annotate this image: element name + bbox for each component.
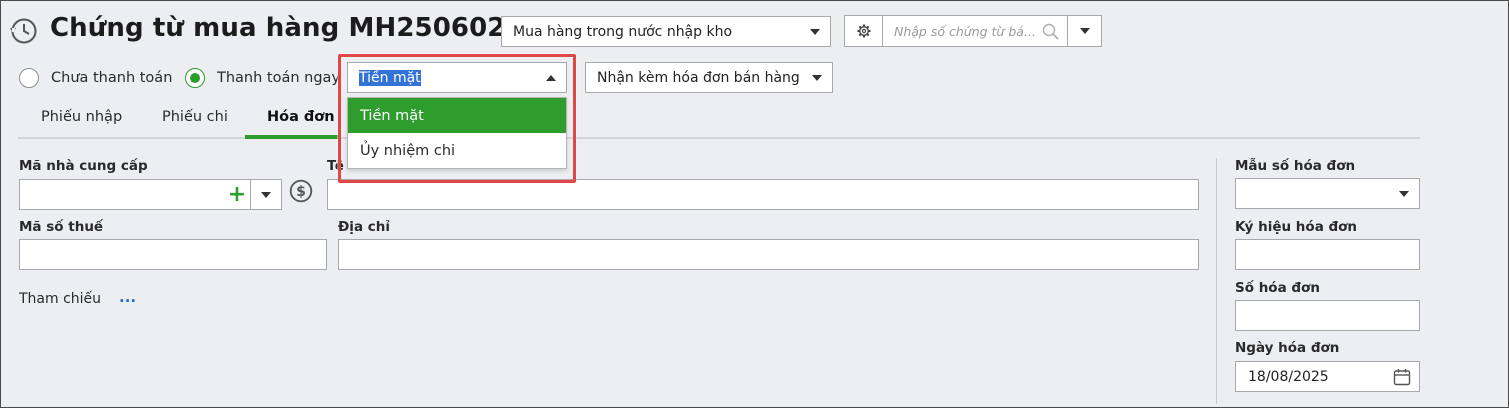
supplier-code-label: Mã nhà cung cấp (19, 158, 148, 174)
reference-label: Tham chiếu (19, 291, 102, 307)
invoice-form-select[interactable] (1235, 178, 1420, 209)
chevron-down-icon (812, 74, 822, 81)
supplier-dropdown-button[interactable] (250, 180, 281, 209)
highlight-frame (338, 54, 576, 183)
radio-circle-selected[interactable] (185, 68, 205, 88)
invoice-date-value: 18/08/2025 (1248, 368, 1329, 385)
tab-payment-voucher[interactable]: Phiếu chi (162, 109, 228, 125)
chevron-down-icon (1079, 28, 1090, 34)
plus-icon[interactable]: + (224, 180, 250, 209)
address-label: Địa chỉ (338, 219, 390, 235)
radio-unpaid[interactable]: Chưa thanh toán (19, 68, 172, 88)
chevron-down-icon (1399, 190, 1409, 197)
dollar-icon[interactable]: $ (289, 179, 313, 203)
search-group: Nhập số chứng từ bá... (844, 15, 1102, 47)
history-icon[interactable] (9, 16, 39, 46)
receipt-type-value: Nhận kèm hóa đơn bán hàng (597, 69, 800, 86)
invoice-number-input[interactable] (1235, 300, 1420, 331)
supplier-code-field: + (19, 179, 282, 210)
page-title: Chứng từ mua hàng MH2506024 (50, 13, 524, 43)
invoice-date-input[interactable]: 18/08/2025 (1235, 361, 1420, 392)
search-input[interactable]: Nhập số chứng từ bá... (883, 16, 1067, 46)
radio-unpaid-label: Chưa thanh toán (51, 70, 173, 86)
voucher-type-select[interactable]: Mua hàng trong nước nhập kho (501, 16, 831, 47)
radio-circle[interactable] (19, 68, 39, 88)
search-placeholder: Nhập số chứng từ bá... (894, 23, 1036, 39)
voucher-type-value: Mua hàng trong nước nhập kho (513, 23, 733, 40)
search-dropdown-button[interactable] (1067, 16, 1101, 46)
calendar-icon[interactable] (1393, 368, 1411, 386)
invoice-symbol-label: Ký hiệu hóa đơn (1235, 219, 1358, 235)
tabs-divider (18, 137, 1420, 139)
receipt-type-select[interactable]: Nhận kèm hóa đơn bán hàng (585, 62, 833, 93)
chevron-down-icon (261, 191, 271, 198)
gear-icon[interactable] (845, 16, 883, 46)
search-icon[interactable] (1042, 23, 1059, 40)
tab-invoice[interactable]: Hóa đơn (267, 109, 335, 125)
invoice-symbol-input[interactable] (1235, 239, 1420, 270)
supplier-name-input[interactable] (327, 179, 1199, 210)
tax-code-label: Mã số thuế (19, 219, 104, 235)
tab-active-indicator (245, 135, 339, 139)
radio-paid[interactable]: Thanh toán ngay (185, 68, 340, 88)
svg-text:$: $ (296, 184, 306, 200)
reference-more-link[interactable]: ... (119, 288, 136, 306)
invoice-form-label: Mẫu số hóa đơn (1235, 158, 1356, 174)
column-divider (1216, 158, 1217, 404)
invoice-date-label: Ngày hóa đơn (1235, 340, 1340, 356)
chevron-down-icon (810, 28, 820, 35)
tax-code-input[interactable] (19, 239, 327, 270)
address-input[interactable] (338, 239, 1199, 270)
radio-paid-label: Thanh toán ngay (217, 70, 341, 86)
supplier-code-input[interactable] (20, 180, 224, 209)
invoice-number-label: Số hóa đơn (1235, 280, 1320, 296)
tab-receipt[interactable]: Phiếu nhập (41, 109, 122, 125)
